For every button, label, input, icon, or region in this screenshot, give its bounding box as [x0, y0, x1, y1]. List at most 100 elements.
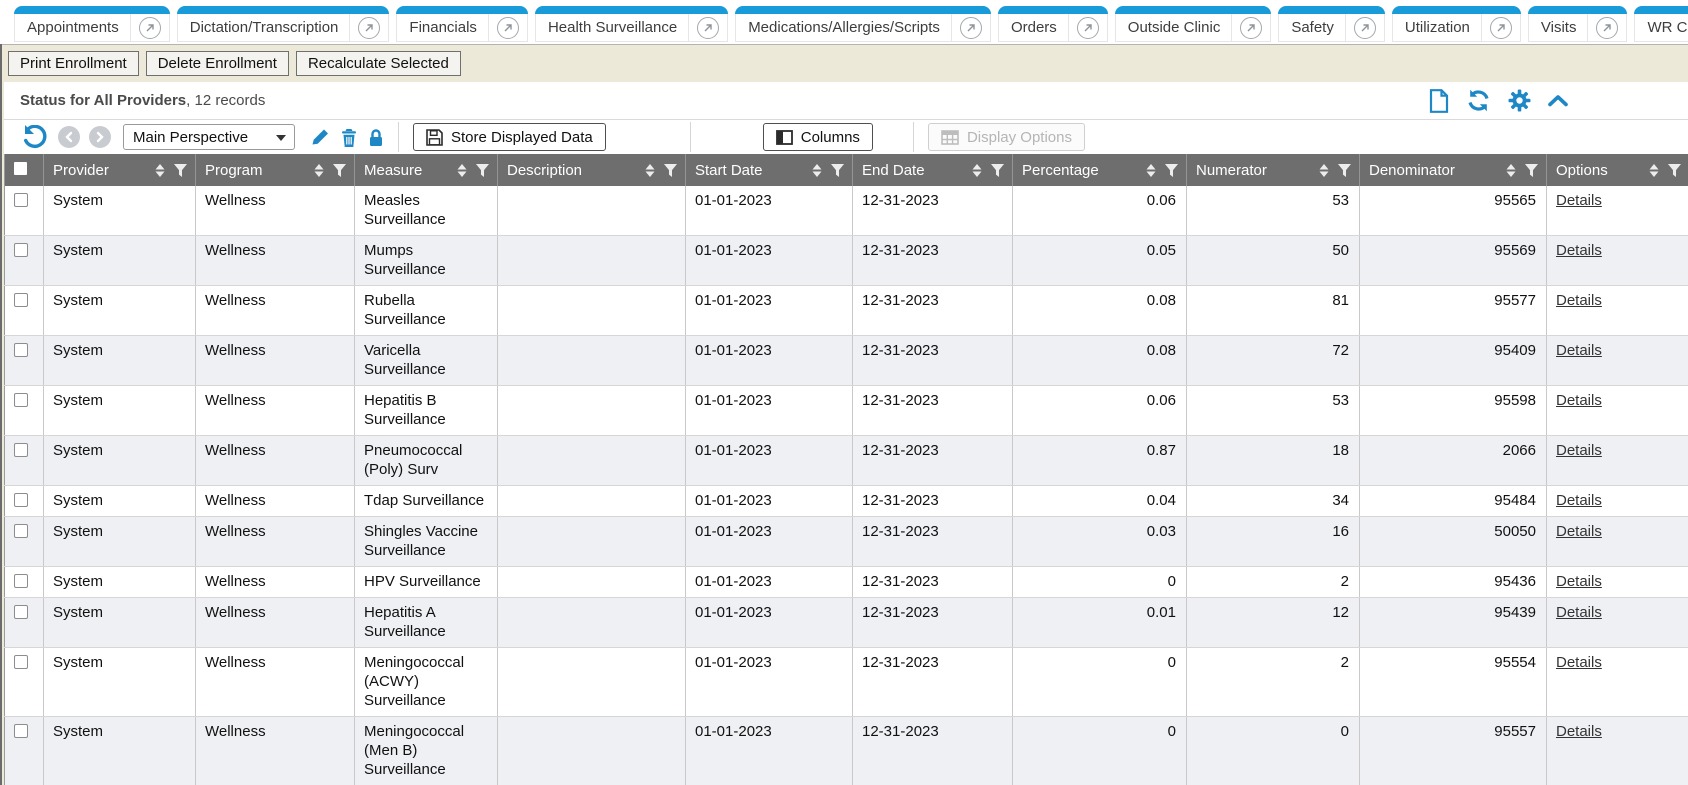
sort-icon[interactable] [457, 164, 467, 177]
measure-column-header[interactable]: Measure [355, 154, 498, 186]
sort-icon[interactable] [1506, 164, 1516, 177]
description-cell [498, 236, 686, 286]
tab-utilization[interactable]: Utilization [1392, 6, 1521, 42]
new-document-icon[interactable] [1429, 89, 1449, 113]
details-link[interactable]: Details [1556, 654, 1602, 671]
options-column-header[interactable]: Options [1547, 154, 1688, 186]
sort-icon[interactable] [645, 164, 655, 177]
refresh-icon[interactable] [1466, 89, 1491, 112]
row-checkbox[interactable] [14, 343, 28, 357]
sort-icon[interactable] [812, 164, 822, 177]
filter-icon[interactable] [333, 164, 346, 177]
lock-icon[interactable] [368, 128, 384, 147]
tab-dictation-transcription[interactable]: Dictation/Transcription [177, 6, 390, 42]
details-link[interactable]: Details [1556, 192, 1602, 209]
delete-enrollment-button[interactable]: Delete Enrollment [146, 51, 289, 76]
next-perspective-icon[interactable] [89, 126, 111, 148]
sort-icon[interactable] [1319, 164, 1329, 177]
tab-financials[interactable]: Financials [396, 6, 528, 42]
provider-column-header[interactable]: Provider [44, 154, 196, 186]
row-checkbox[interactable] [14, 655, 28, 669]
numerator-column-header[interactable]: Numerator [1187, 154, 1360, 186]
popout-icon[interactable] [1240, 17, 1262, 39]
filter-icon[interactable] [1525, 164, 1538, 177]
details-link[interactable]: Details [1556, 723, 1602, 740]
sort-icon[interactable] [1649, 164, 1659, 177]
description-column-header[interactable]: Description [498, 154, 686, 186]
popout-icon[interactable] [697, 17, 719, 39]
details-link[interactable]: Details [1556, 442, 1602, 459]
tab-orders[interactable]: Orders [998, 6, 1108, 42]
perspective-select[interactable]: Main Perspective [123, 124, 295, 150]
details-link[interactable]: Details [1556, 604, 1602, 621]
details-link[interactable]: Details [1556, 523, 1602, 540]
filter-icon[interactable] [1338, 164, 1351, 177]
details-link[interactable]: Details [1556, 292, 1602, 309]
popout-icon[interactable] [1354, 17, 1376, 39]
row-checkbox[interactable] [14, 193, 28, 207]
recalculate-selected-button[interactable]: Recalculate Selected [296, 51, 461, 76]
tab-medications-allergies-scripts[interactable]: Medications/Allergies/Scripts [735, 6, 991, 42]
filter-icon[interactable] [1165, 164, 1178, 177]
numerator-cell: 0 [1187, 717, 1360, 785]
sort-icon[interactable] [972, 164, 982, 177]
filter-icon[interactable] [476, 164, 489, 177]
options-cell: Details [1547, 386, 1688, 436]
previous-perspective-icon[interactable] [58, 126, 80, 148]
edit-pencil-icon[interactable] [310, 127, 330, 147]
row-checkbox[interactable] [14, 574, 28, 588]
row-checkbox[interactable] [14, 393, 28, 407]
row-checkbox[interactable] [14, 243, 28, 257]
denominator-column-header[interactable]: Denominator [1360, 154, 1547, 186]
end-date-column-header[interactable]: End Date [853, 154, 1013, 186]
select-all-header[interactable] [5, 154, 44, 186]
filter-icon[interactable] [1668, 164, 1681, 177]
row-checkbox[interactable] [14, 724, 28, 738]
popout-icon[interactable] [1596, 17, 1618, 39]
filter-icon[interactable] [664, 164, 677, 177]
row-checkbox[interactable] [14, 524, 28, 538]
popout-icon[interactable] [139, 17, 161, 39]
row-checkbox[interactable] [14, 605, 28, 619]
tab-outside-clinic[interactable]: Outside Clinic [1115, 6, 1272, 42]
details-link[interactable]: Details [1556, 342, 1602, 359]
row-checkbox[interactable] [14, 493, 28, 507]
sort-icon[interactable] [314, 164, 324, 177]
percentage-cell: 0.01 [1013, 598, 1187, 648]
filter-icon[interactable] [174, 164, 187, 177]
sort-icon[interactable] [155, 164, 165, 177]
filter-icon[interactable] [991, 164, 1004, 177]
tab-safety[interactable]: Safety [1278, 6, 1385, 42]
popout-icon[interactable] [1490, 17, 1512, 39]
tab-health-surveillance[interactable]: Health Surveillance [535, 6, 728, 42]
popout-icon[interactable] [358, 17, 380, 39]
start-date-column-header[interactable]: Start Date [686, 154, 853, 186]
filter-icon[interactable] [831, 164, 844, 177]
tab-wr-case-mgmt[interactable]: WR Case Mgmt [1634, 6, 1688, 42]
end-date-cell: 12-31-2023 [853, 286, 1013, 336]
select-all-checkbox[interactable] [14, 162, 27, 175]
display-options-button[interactable]: Display Options [928, 123, 1085, 151]
program-column-header[interactable]: Program [196, 154, 355, 186]
details-link[interactable]: Details [1556, 242, 1602, 259]
popout-icon[interactable] [1077, 17, 1099, 39]
delete-trash-icon[interactable] [341, 128, 357, 147]
settings-gear-icon[interactable] [1508, 89, 1531, 112]
description-cell [498, 186, 686, 236]
collapse-chevron-up-icon[interactable] [1548, 94, 1568, 107]
store-displayed-data-button[interactable]: Store Displayed Data [413, 123, 606, 151]
row-checkbox[interactable] [14, 293, 28, 307]
popout-icon[interactable] [497, 17, 519, 39]
popout-icon[interactable] [960, 17, 982, 39]
details-link[interactable]: Details [1556, 492, 1602, 509]
row-checkbox[interactable] [14, 443, 28, 457]
tab-appointments[interactable]: Appointments [14, 6, 170, 42]
print-enrollment-button[interactable]: Print Enrollment [8, 51, 139, 76]
undo-icon[interactable] [22, 125, 47, 149]
tab-visits[interactable]: Visits [1528, 6, 1628, 42]
columns-button[interactable]: Columns [763, 123, 873, 151]
percentage-column-header[interactable]: Percentage [1013, 154, 1187, 186]
details-link[interactable]: Details [1556, 573, 1602, 590]
sort-icon[interactable] [1146, 164, 1156, 177]
details-link[interactable]: Details [1556, 392, 1602, 409]
